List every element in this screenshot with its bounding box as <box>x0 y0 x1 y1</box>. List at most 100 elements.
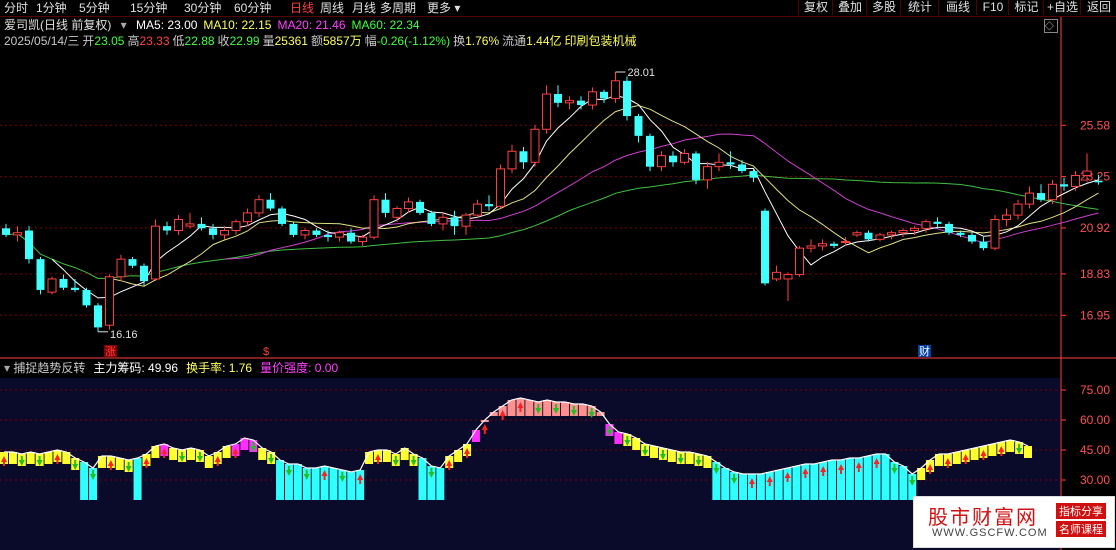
candle-body <box>231 221 241 232</box>
indicator-field: 主力筹码: 49.96 <box>93 361 179 375</box>
stock-name: 爱司凯(日线 前复权) <box>4 18 112 32</box>
candle-body <box>795 247 804 276</box>
candle-body <box>312 230 321 235</box>
price-tick-label: 25.58 <box>1080 118 1110 132</box>
toolbar-button-6[interactable]: 标记 <box>1008 0 1044 15</box>
indicator-bar <box>667 450 676 462</box>
tab-5[interactable]: 60分钟 <box>234 0 271 16</box>
indicator-header: ▾ 捕捉趋势反转 主力筹码: 49.96 换手率: 1.76 量价强度: 0.00 <box>4 360 346 376</box>
chart-canvas: 25.5823.2520.9218.8316.9528.0116.16涨 $ 财75… <box>0 16 1116 550</box>
quote-field: 23.33 <box>139 34 170 48</box>
candle-body <box>300 230 310 236</box>
candle-body <box>761 210 769 284</box>
candle-body <box>473 203 482 216</box>
candle-body <box>324 234 332 238</box>
toolbar-button-2[interactable]: 多股 <box>866 0 901 15</box>
indicator-bar <box>80 462 89 500</box>
candle-body <box>979 241 988 249</box>
toolbar-button-0[interactable]: 复权 <box>798 0 833 15</box>
indicator-tick-label: 60.00 <box>1080 413 1110 427</box>
quote-field: 22.99 <box>229 34 260 48</box>
candle-body <box>243 212 252 223</box>
indicator-bar <box>8 452 17 464</box>
quote-field: 换 <box>453 34 466 48</box>
candle-body <box>864 232 873 240</box>
collapse-icon[interactable]: ▾ <box>121 18 127 32</box>
indicator-bar <box>810 464 819 500</box>
candle-body <box>71 287 79 290</box>
indicator-bar <box>792 466 801 500</box>
candle-body <box>220 230 229 236</box>
candle-body <box>910 227 919 232</box>
candle-body <box>197 223 206 229</box>
toolbar-button-4[interactable]: 画线 <box>938 0 977 15</box>
candle-body <box>116 258 126 278</box>
tab-1[interactable]: 1分钟 <box>36 0 67 16</box>
indicator-bar <box>26 452 35 464</box>
indicator-bar <box>881 454 890 500</box>
tab-9[interactable]: 多周期 <box>380 0 416 16</box>
candle-body <box>669 155 677 163</box>
candle-body <box>185 223 195 227</box>
tab-4[interactable]: 30分钟 <box>184 0 221 16</box>
candle-body <box>875 234 885 240</box>
candle-body <box>278 208 286 224</box>
candle-body <box>25 230 33 260</box>
candle-body <box>335 232 344 238</box>
indicator-bar <box>578 404 587 416</box>
tab-0[interactable]: 分时 <box>4 0 28 16</box>
candle-body <box>151 225 160 280</box>
quote-field: 流通 <box>502 34 527 48</box>
quote-field: 开 <box>82 34 95 48</box>
quote-field: 1.76% <box>465 34 500 48</box>
candle-body <box>140 265 148 282</box>
tab-7[interactable]: 周线 <box>320 0 344 16</box>
candle-body <box>968 234 976 242</box>
candle-body <box>783 274 793 280</box>
watermark-tag1: 指标分享 <box>1056 503 1106 519</box>
candle-body <box>933 221 942 224</box>
candle-body <box>94 305 102 328</box>
candle-body <box>542 93 551 130</box>
candle-body <box>427 212 436 224</box>
candle-body <box>2 228 10 235</box>
candle-body <box>1094 180 1103 183</box>
tab-3[interactable]: 15分钟 <box>130 0 167 16</box>
indicator-bar <box>863 456 872 500</box>
candle-body <box>852 232 862 236</box>
toolbar-button-8[interactable]: 返回 <box>1080 0 1116 15</box>
candle-body <box>163 226 171 231</box>
window-icon[interactable] <box>1044 19 1058 33</box>
indicator-bar <box>650 446 659 458</box>
indicator-bar <box>828 460 837 500</box>
indicator-bar <box>685 452 694 464</box>
indicator-bar <box>739 474 748 500</box>
tab-10[interactable]: 更多 ▾ <box>427 0 460 16</box>
indicator-bar <box>1006 440 1015 452</box>
ma-legend-item: MA10: 22.15 <box>203 18 272 32</box>
watermark-logo: 股市财富网 指标分享 名师课程 WWW.GSCFW.COM <box>913 496 1115 548</box>
candle-body <box>105 276 114 326</box>
candle-body <box>772 271 781 280</box>
ma-legend-item: MA5: 23.00 <box>136 18 198 32</box>
candle-body <box>1002 214 1011 221</box>
tab-6[interactable]: 日线 <box>290 0 314 16</box>
indicator-bar <box>560 402 569 416</box>
tab-2[interactable]: 5分钟 <box>79 0 110 16</box>
indicator-bar <box>774 470 783 500</box>
quote-field: 低 <box>172 34 185 48</box>
indicator-menu-icon[interactable]: ▾ <box>4 361 13 375</box>
candle-body <box>369 199 379 238</box>
high-annotation: 28.01 <box>628 67 656 79</box>
ma-legend-item: MA60: 22.34 <box>351 18 420 32</box>
candle-body <box>174 219 183 232</box>
indicator-bar <box>347 472 356 500</box>
tab-8[interactable]: 月线 <box>352 0 376 16</box>
quote-field: -0.26(-1.12%) <box>376 34 451 48</box>
toolbar-button-7[interactable]: +自选 <box>1043 0 1081 15</box>
toolbar-button-5[interactable]: F10 <box>976 0 1009 15</box>
candle-body <box>13 232 22 236</box>
toolbar-button-1[interactable]: 叠加 <box>832 0 867 15</box>
indicator-bar <box>97 456 106 468</box>
toolbar-button-3[interactable]: 统计 <box>900 0 939 15</box>
